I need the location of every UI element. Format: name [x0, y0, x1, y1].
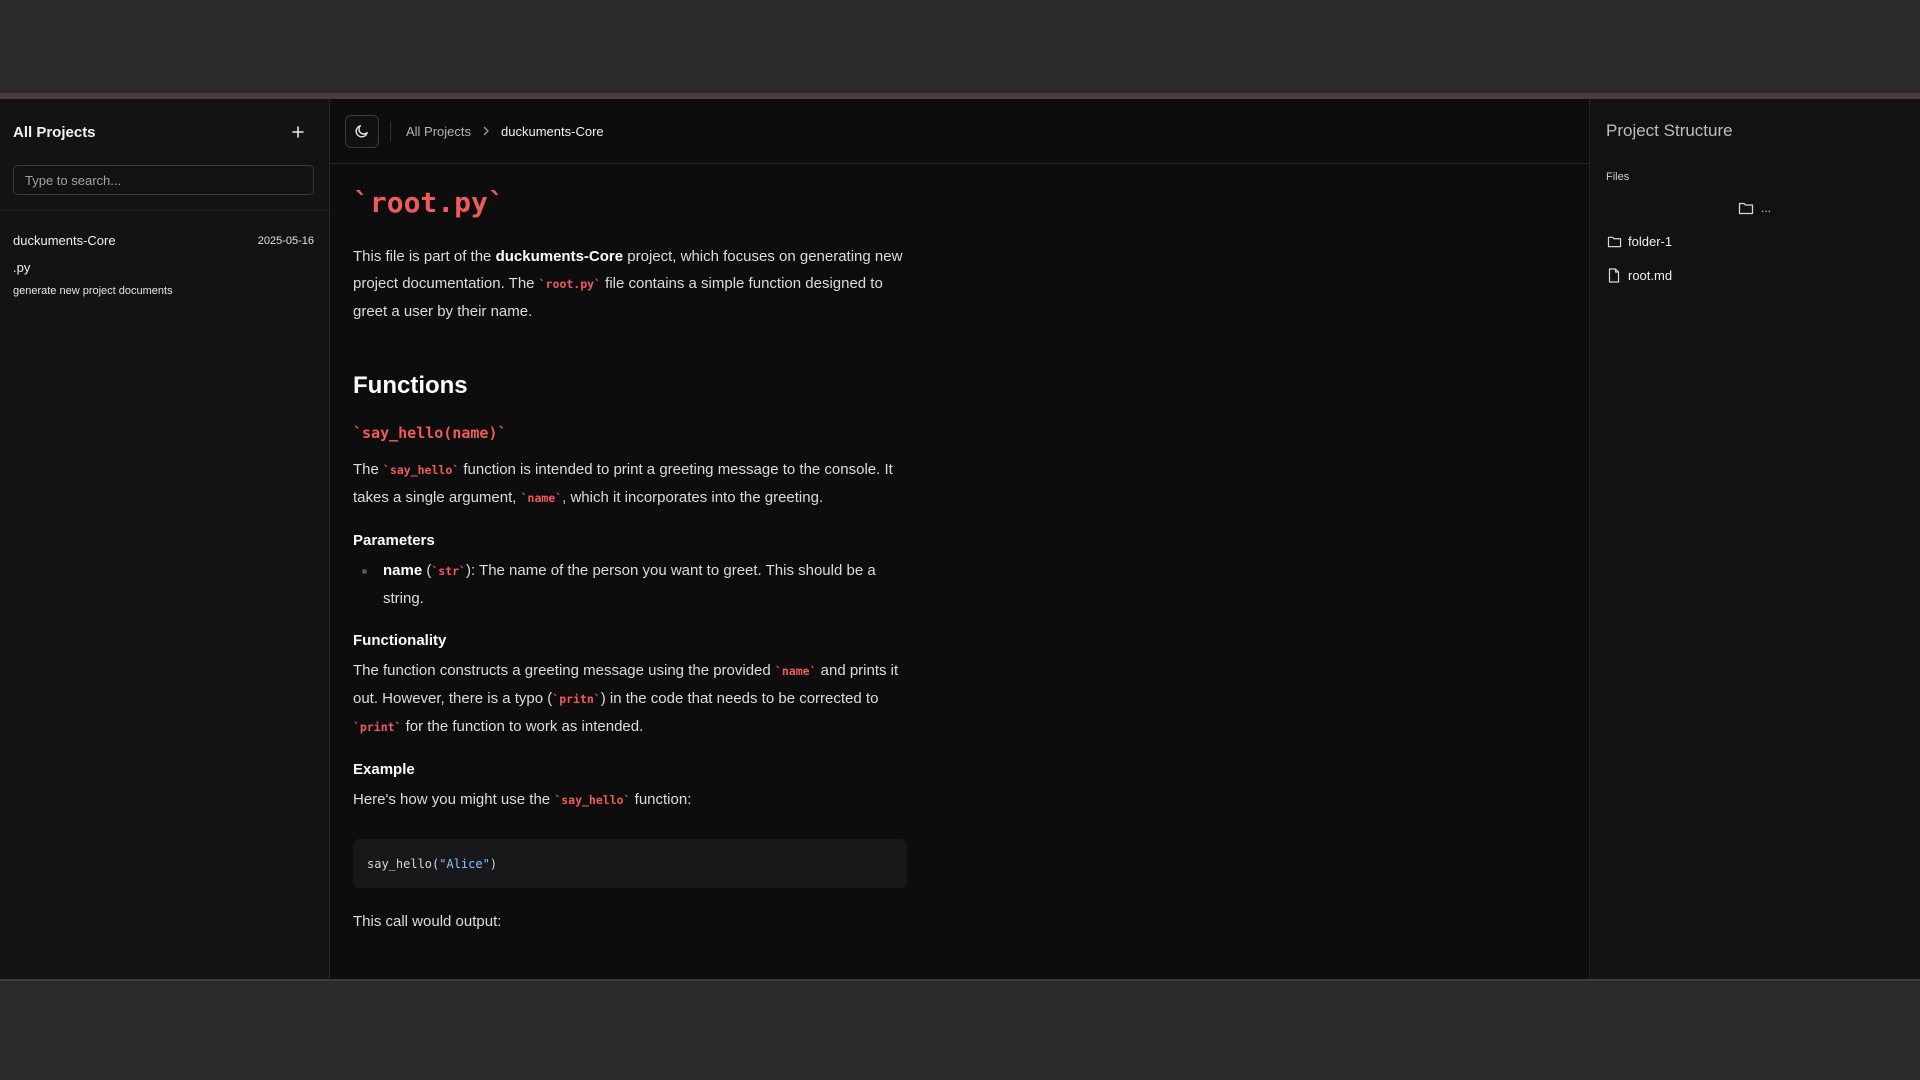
functionality-text-1: The function constructs a greeting messa…: [353, 662, 775, 679]
fn-desc-text-3: , which it incorporates into the greetin…: [562, 489, 824, 506]
project-description: generate new project documents: [13, 285, 173, 297]
project-structure-panel: Project Structure Files ... folder-1 roo…: [1590, 99, 1920, 979]
folder-icon: [1738, 202, 1754, 215]
output-paragraph: This call would output:: [353, 913, 502, 930]
breadcrumb: All Projects duckuments-Core: [406, 124, 604, 139]
more-options-button[interactable]: ...: [1761, 201, 1771, 215]
moon-icon: [355, 125, 368, 138]
document-title: `root.py`: [353, 186, 505, 219]
breadcrumb-all-projects[interactable]: All Projects: [406, 124, 471, 139]
tree-item-root-md[interactable]: root.md: [1606, 267, 1904, 283]
project-date: 2025-05-16: [257, 234, 314, 247]
functionality-text-4: for the function to work as intended.: [401, 718, 644, 735]
intro-paragraph: This file is part of the duckuments-Core…: [353, 243, 910, 325]
inline-code-pritn: `pritn`: [552, 692, 601, 706]
intro-text-1: This file is part of the: [353, 248, 496, 265]
project-extension: .py: [13, 260, 31, 275]
code-fn: say_hello(: [367, 856, 440, 871]
inline-code-print: `print`: [353, 720, 402, 734]
main-panel: All Projects duckuments-Core `root.py` T…: [330, 99, 1590, 979]
inline-code-root-py: `root.py`: [538, 277, 601, 291]
example-text-1: Here's how you might use the: [353, 791, 555, 808]
panel-title: Project Structure: [1606, 121, 1733, 140]
chevron-right-icon: [482, 126, 490, 136]
file-icon: [1606, 267, 1622, 283]
breadcrumb-current: duckuments-Core: [501, 123, 604, 139]
function-signature-heading: `say_hello(name)`: [353, 424, 507, 442]
sidebar-title: All Projects: [13, 123, 96, 141]
example-text-2: function:: [630, 791, 692, 808]
inline-code-say-hello: `say_hello`: [554, 793, 631, 807]
folder-icon: [1606, 233, 1622, 249]
param-open: (: [422, 562, 432, 579]
project-name: duckuments-Core: [13, 233, 116, 248]
new-folder-button[interactable]: [1738, 201, 1754, 215]
add-project-button[interactable]: [289, 123, 307, 141]
example-heading: Example: [353, 761, 415, 778]
code-close: ): [489, 856, 498, 871]
inline-code-str: `str`: [431, 564, 466, 578]
tree-item-label: root.md: [1628, 267, 1673, 283]
app-window: All Projects duckuments-Core 2025-05-16 …: [0, 99, 1920, 979]
functionality-paragraph: The function constructs a greeting messa…: [353, 657, 910, 741]
search-input[interactable]: [13, 165, 314, 195]
functionality-heading: Functionality: [353, 632, 447, 649]
main-topbar: All Projects duckuments-Core: [330, 99, 1589, 164]
parameters-heading: Parameters: [353, 532, 435, 549]
parameters-list: name (`str`): The name of the person you…: [353, 557, 910, 612]
tree-item-folder-1[interactable]: folder-1: [1606, 233, 1904, 249]
code-string: "Alice": [439, 856, 490, 871]
toolbar-divider: [390, 121, 391, 141]
code-block: say_hello("Alice"): [353, 839, 907, 888]
project-item-duckuments-core[interactable]: duckuments-Core 2025-05-16 .py generate …: [0, 211, 329, 297]
intro-project-name: duckuments-Core: [495, 248, 624, 265]
search-wrap: [0, 165, 329, 195]
function-description: The `say_hello` function is intended to …: [353, 456, 910, 512]
sidebar-header: All Projects: [0, 99, 329, 165]
param-name: name: [383, 562, 423, 579]
file-toolbar: ...: [1606, 201, 1904, 215]
theme-toggle-button[interactable]: [345, 114, 379, 148]
list-item: name (`str`): The name of the person you…: [353, 557, 910, 612]
bottom-backdrop: [0, 979, 1920, 1080]
document-content: `root.py` This file is part of the ducku…: [330, 164, 910, 935]
plus-icon: [292, 126, 304, 138]
fn-desc-text-1: The: [353, 461, 384, 478]
functionality-text-3: ) in the code that needs to be corrected…: [600, 690, 879, 707]
top-backdrop: [0, 0, 1920, 93]
tree-item-label: folder-1: [1628, 233, 1673, 249]
inline-code-name: `name`: [520, 491, 563, 505]
files-label: Files: [1606, 171, 1630, 183]
functions-heading: Functions: [353, 372, 468, 399]
inline-code-say-hello: `say_hello`: [383, 463, 460, 477]
example-paragraph: Here's how you might use the `say_hello`…: [353, 786, 910, 814]
project-item-row: duckuments-Core 2025-05-16: [13, 233, 314, 248]
sidebar: All Projects duckuments-Core 2025-05-16 …: [0, 99, 330, 979]
inline-code-name: `name`: [774, 664, 817, 678]
